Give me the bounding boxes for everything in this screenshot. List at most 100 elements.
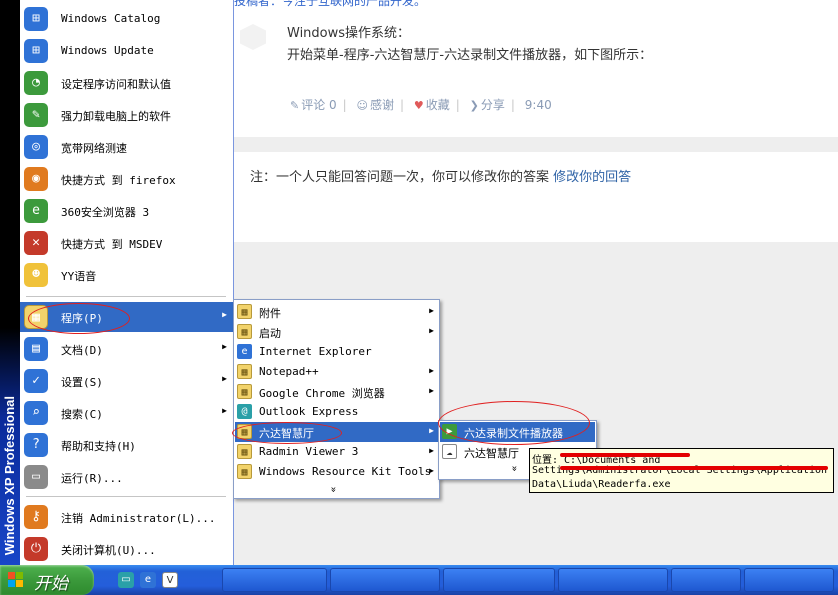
submenu-arrow-icon: ▶ <box>222 406 227 415</box>
windows-xp-banner-text: Windows XP Professional <box>2 395 17 555</box>
submenu-arrow-icon: ▶ <box>222 310 227 319</box>
network-speed-icon: ◎ <box>24 135 48 159</box>
avatar[interactable] <box>240 24 266 50</box>
programs-menu-item-label: 附件 <box>259 307 281 320</box>
show-desktop-icon[interactable]: ▭ <box>118 572 134 588</box>
redaction-scribble <box>560 466 828 470</box>
start-menu-item[interactable]: ⏻ 关闭计算机(U)... <box>20 534 233 564</box>
submenu-arrow-icon: ▶ <box>429 306 434 315</box>
share-icon: ❯ <box>469 99 479 112</box>
taskbar-window-button[interactable] <box>744 568 834 592</box>
liuda-menu-item-label: 六达智慧厅 <box>464 447 519 460</box>
uninstall-icon: ✎ <box>24 103 48 127</box>
programs-menu-item-label: 启动 <box>259 327 281 340</box>
start-menu-item-label: Windows Update <box>61 44 154 57</box>
windows-update-icon: ⊞ <box>24 39 48 63</box>
answer-actions: ✎ 评论 0 | ☺ 感谢 | ♥ 收藏 | ❯ 分享 | 9:40 <box>290 96 552 113</box>
comment-link[interactable]: ✎ 评论 0 <box>290 96 337 113</box>
start-menu: Windows XP Professional ⊞ Windows Catalog… <box>0 0 234 565</box>
programs-submenu: ▦ 附件 ▶ ▦ 启动 ▶ e Internet Explorer ▦ Notepad++ ▶ ▦ Go… <box>233 299 440 499</box>
msdev-icon: ✕ <box>24 231 48 255</box>
answer-title: Windows操作系统： <box>287 26 411 41</box>
start-menu-item-label: YY语音 <box>61 270 97 283</box>
folder-icon: ▦ <box>237 304 252 319</box>
taskbar-window-button[interactable] <box>558 568 668 592</box>
start-menu-item[interactable]: ⚷ 注销 Administrator(L)... <box>20 502 233 532</box>
start-menu-item[interactable]: ◔ 设定程序访问和默认值 <box>20 68 233 98</box>
documents-icon: ▤ <box>24 337 48 361</box>
heart-icon: ♥ <box>413 99 424 112</box>
annotation-ellipse-programs <box>28 303 130 334</box>
help-icon: ? <box>24 433 48 457</box>
start-menu-item[interactable]: e 360安全浏览器 3 <box>20 196 233 226</box>
answer-time: 9:40 <box>524 98 552 112</box>
taskbar-window-button[interactable] <box>671 568 741 592</box>
tooltip-line: Data\Liuda\Readerfa.exe <box>532 479 671 490</box>
answer-card: 投稿者：今注于互联网的产品开发。 Windows操作系统： 开始菜单-程序-六达… <box>234 0 838 137</box>
menu-separator <box>26 296 226 297</box>
folder-icon: ▦ <box>237 324 252 339</box>
liuda-app-icon: ☁ <box>442 444 457 459</box>
start-menu-item[interactable]: ▭ 运行(R)... <box>20 462 233 492</box>
start-menu-item-label: 帮助和支持(H) <box>61 440 136 453</box>
start-menu-item-label: 文档(D) <box>61 344 103 357</box>
favorite-link[interactable]: ♥ 收藏 <box>414 96 450 113</box>
expand-more-icon[interactable]: » <box>328 486 339 492</box>
programs-menu-item[interactable]: ▦ Windows Resource Kit Tools ▶ <box>235 462 438 482</box>
start-menu-item-label: 关闭计算机(U)... <box>61 544 156 557</box>
edit-answer-link[interactable]: 修改你的回答 <box>553 170 631 185</box>
start-menu-banner: Windows XP Professional <box>0 0 20 565</box>
programs-menu-item[interactable]: e Internet Explorer <box>235 342 438 362</box>
programs-menu-item[interactable]: ▦ 启动 ▶ <box>235 322 438 342</box>
programs-menu-item-label: Google Chrome 浏览器 <box>259 387 385 400</box>
start-menu-item-label: 360安全浏览器 3 <box>61 206 150 219</box>
start-label: 开始 <box>34 574 68 594</box>
start-menu-item[interactable]: ⊞ Windows Catalog <box>20 4 233 34</box>
menu-separator <box>26 496 226 497</box>
start-menu-item[interactable]: ◉ 快捷方式 到 firefox <box>20 164 233 194</box>
programs-menu-item-label: Outlook Express <box>259 405 359 418</box>
submenu-arrow-icon: ▶ <box>429 446 434 455</box>
ie-quicklaunch-icon[interactable]: e <box>140 572 156 588</box>
start-menu-item[interactable]: ◎ 宽带网络测速 <box>20 132 233 162</box>
start-menu-item[interactable]: ✓ 设置(S) ▶ <box>20 366 233 396</box>
start-menu-item[interactable]: ? 帮助和支持(H) <box>20 430 233 460</box>
taskbar-window-button[interactable] <box>443 568 555 592</box>
expand-more-icon[interactable]: » <box>509 465 520 471</box>
start-menu-item[interactable]: ✕ 快捷方式 到 MSDEV <box>20 228 233 258</box>
programs-menu-item[interactable]: ▦ Radmin Viewer 3 ▶ <box>235 442 438 462</box>
thanks-link[interactable]: ☺ 感谢 <box>357 96 394 113</box>
start-menu-item[interactable]: ▤ 文档(D) ▶ <box>20 334 233 364</box>
taskbar-window-button[interactable] <box>330 568 440 592</box>
taskbar: 开始 ▭ e V <box>0 565 838 595</box>
submenu-arrow-icon: ▶ <box>429 386 434 395</box>
vs-quicklaunch-icon[interactable]: V <box>162 572 178 588</box>
comment-icon: ✎ <box>290 99 300 112</box>
settings-icon: ✓ <box>24 369 48 393</box>
share-link[interactable]: ❯ 分享 <box>470 96 505 113</box>
programs-menu-item[interactable]: ▦ 附件 ▶ <box>235 302 438 322</box>
programs-menu-item[interactable]: ▦ Notepad++ ▶ <box>235 362 438 382</box>
start-menu-item[interactable]: ☻ YY语音 <box>20 260 233 290</box>
annotation-ellipse-player <box>438 401 590 445</box>
start-button[interactable]: 开始 <box>0 565 94 595</box>
answer-body: 开始菜单-程序-六达智慧厅-六达录制文件播放器，如下图所示： <box>287 48 653 63</box>
taskbar-window-button[interactable] <box>222 568 327 592</box>
start-menu-item-label: 强力卸载电脑上的软件 <box>61 110 171 123</box>
answer-note: 注：一个人只能回答问题一次，你可以修改你的答案 修改你的回答 <box>234 152 838 202</box>
start-menu-item-label: 设定程序访问和默认值 <box>61 78 171 91</box>
run-icon: ▭ <box>24 465 48 489</box>
start-menu-item-label: 设置(S) <box>61 376 103 389</box>
start-menu-item-label: 宽带网络测速 <box>61 142 127 155</box>
redaction-scribble <box>560 453 690 457</box>
start-menu-item-label: 快捷方式 到 firefox <box>61 174 176 187</box>
start-menu-item[interactable]: ✎ 强力卸载电脑上的软件 <box>20 100 233 130</box>
start-menu-item[interactable]: ⊞ Windows Update <box>20 36 233 66</box>
folder-icon: ▦ <box>237 384 252 399</box>
submenu-arrow-icon: ▶ <box>222 342 227 351</box>
programs-menu-item[interactable]: ▦ Google Chrome 浏览器 ▶ <box>235 382 438 402</box>
yy-voice-icon: ☻ <box>24 263 48 287</box>
programs-menu-item-label: Radmin Viewer 3 <box>259 445 359 458</box>
start-menu-item[interactable]: ⌕ 搜索(C) ▶ <box>20 398 233 428</box>
programs-menu-item[interactable]: @ Outlook Express <box>235 402 438 422</box>
